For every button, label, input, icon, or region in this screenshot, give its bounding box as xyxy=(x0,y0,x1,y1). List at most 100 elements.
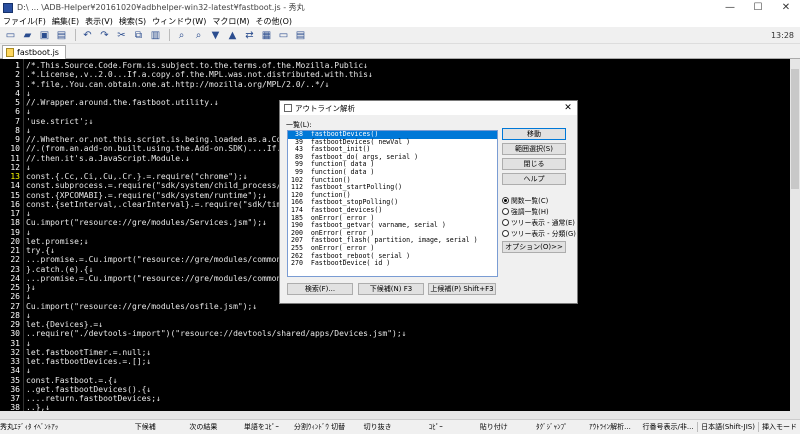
code-line: 30 ..require("./devtools-import")("resour… xyxy=(0,329,790,338)
line-text: }↓ xyxy=(26,283,36,292)
menu-view[interactable]: 表示(V) xyxy=(82,16,116,27)
status-mode[interactable]: 挿入モード xyxy=(758,422,800,432)
line-number: 11 xyxy=(10,153,20,163)
radio-label: ツリー表示 - 分類(G) xyxy=(511,230,576,238)
horizontal-scrollbar[interactable] xyxy=(0,411,800,419)
help-button[interactable]: ヘルプ xyxy=(502,173,566,185)
function-key-8[interactable]: ｺﾋﾟｰ xyxy=(407,422,465,432)
open-folder-icon[interactable]: ▰ xyxy=(20,28,35,42)
function-key-11[interactable]: ｱｳﾄﾗｲﾝ解析... xyxy=(581,422,639,432)
line-text: const.subprocess.=.require("sdk/system/c… xyxy=(26,181,296,191)
paste-icon[interactable]: ▥ xyxy=(148,28,163,42)
code-line: 1 /*.This.Source.Code.Form.is.subject.to.… xyxy=(0,61,790,70)
line-text: ↓ xyxy=(26,162,31,172)
outline-dialog: アウトライン解析 ✕ 一覧(L): 38 fastbootDevices() 3… xyxy=(279,100,578,304)
function-key-5[interactable]: 単語をｺﾋﾟｰ xyxy=(232,422,290,432)
redo-icon[interactable]: ↷ xyxy=(97,28,112,42)
move-button[interactable]: 移動 xyxy=(502,128,566,140)
outline-list[interactable]: 38 fastbootDevices() 39 fastbootDevices(… xyxy=(287,130,498,277)
function-key-7[interactable]: 切り抜き xyxy=(349,422,407,432)
line-text: const.{XPCOMABI}.=.require("sdk/system/r… xyxy=(26,190,267,200)
function-key-6[interactable]: 分割ｳｨﾝﾄﾞｳ 切替 xyxy=(290,422,348,432)
new-file-icon[interactable]: ▭ xyxy=(3,28,18,42)
outline-list-item[interactable]: 270 FastbootDevice( id ) xyxy=(288,259,497,268)
line-number: 23 xyxy=(10,264,20,274)
radio-highlight-list[interactable]: 強調一覧(H) xyxy=(502,206,549,216)
function-key-10[interactable]: ﾀｸﾞｼﾞｬﾝﾌﾟ xyxy=(523,422,581,432)
copy-icon[interactable]: ⧉ xyxy=(131,28,146,42)
radio-label: 関数一覧(C) xyxy=(511,197,549,205)
tab-fastboot-js[interactable]: fastboot.js xyxy=(2,45,66,59)
status-encoding[interactable]: 日本語(Shift-JIS) xyxy=(697,422,758,432)
line-number: 8 xyxy=(15,125,20,135)
window-title: D:\ ... \ADB-Helper¥20161020¥adbhelper-w… xyxy=(17,3,305,12)
radio-label: 強調一覧(H) xyxy=(511,208,549,216)
save-icon[interactable]: ▣ xyxy=(37,28,52,42)
line-number: 35 xyxy=(10,375,20,385)
line-text: let.promise;↓ xyxy=(26,236,89,246)
radio-tree-category[interactable]: ツリー表示 - 分類(G) xyxy=(502,228,576,238)
function-key-4[interactable]: 次の結果 xyxy=(174,422,232,432)
tab-label: fastboot.js xyxy=(17,48,59,57)
dialog-close-button[interactable]: ✕ xyxy=(559,103,577,113)
line-text: const.Fastboot.=.{↓ xyxy=(26,375,118,385)
dialog-icon xyxy=(284,104,292,112)
line-text: //.Whether.or.not.this.script.is.being.l… xyxy=(26,135,296,144)
cut-icon[interactable]: ✂ xyxy=(114,28,129,42)
menu-file[interactable]: ファイル(F) xyxy=(0,16,49,27)
menu-window[interactable]: ウィンドウ(W) xyxy=(149,16,209,27)
search-button[interactable]: 検索(F)... xyxy=(287,283,353,295)
line-text: /*.This.Source.Code.Form.is.subject.to.t… xyxy=(26,61,368,70)
code-line: 38 ..},↓ xyxy=(0,403,790,411)
line-text: .*.file,.You.can.obtain.one.at.http://mo… xyxy=(26,79,330,89)
radio-indicator xyxy=(502,218,509,226)
radio-tree-normal[interactable]: ツリー表示 - 通常(E) xyxy=(502,217,575,227)
line-text: ↓ xyxy=(26,88,31,98)
radio-function-list[interactable]: 関数一覧(C) xyxy=(502,195,548,205)
scroll-thumb[interactable] xyxy=(791,69,799,189)
menu-search[interactable]: 検索(S) xyxy=(116,16,149,27)
undo-icon[interactable]: ↶ xyxy=(80,28,95,42)
line-number: 7 xyxy=(15,116,20,126)
line-text: ↓ xyxy=(26,310,31,320)
replace-icon[interactable]: ⇄ xyxy=(242,28,257,42)
function-key-12[interactable]: 行番号表示/非... xyxy=(639,422,697,432)
close-dialog-button[interactable]: 閉じる xyxy=(502,158,566,170)
menu-macro[interactable]: マクロ(M) xyxy=(209,16,252,27)
menu-other[interactable]: その他(O) xyxy=(253,16,296,27)
line-text: //.Wrapper.around.the.fastboot.utility.↓ xyxy=(26,98,219,107)
window-icon[interactable]: ▭ xyxy=(276,28,291,42)
prev-candidate-button[interactable]: 上候補(P) Shift+F3 xyxy=(428,283,496,295)
minimize-button[interactable]: — xyxy=(716,0,744,15)
line-number: 31 xyxy=(10,338,20,348)
find-icon[interactable]: ⌕ xyxy=(174,28,189,42)
range-select-button[interactable]: 範囲選択(S) xyxy=(502,143,566,155)
menu-edit[interactable]: 編集(E) xyxy=(49,16,82,27)
jump-down-icon[interactable]: ▼ xyxy=(208,28,223,42)
grep-icon[interactable]: ▦ xyxy=(259,28,274,42)
line-number: 34 xyxy=(10,366,20,376)
find-next-icon[interactable]: ⌕ xyxy=(191,28,206,42)
function-key-3[interactable]: 下候補 xyxy=(116,422,174,432)
maximize-button[interactable]: ☐ xyxy=(744,0,772,15)
split-icon[interactable]: ▤ xyxy=(293,28,308,42)
line-text: ...promise.=.Cu.import("resource://gre/m… xyxy=(26,273,301,283)
jump-up-icon[interactable]: ▲ xyxy=(225,28,240,42)
line-text: Cu.import("resource://gre/modules/Servic… xyxy=(26,218,267,228)
options-button[interactable]: オプション(O)>> xyxy=(502,241,566,253)
line-number: 27 xyxy=(10,301,20,311)
save-as-icon[interactable]: ▤ xyxy=(54,28,69,42)
line-number: 12 xyxy=(10,162,20,172)
dialog-title: アウトライン解析 xyxy=(295,103,355,113)
code-line: 35 const.Fastboot.=.{↓ xyxy=(0,376,790,385)
line-text: ..require("./devtools-import")("resource… xyxy=(26,329,407,339)
line-text: let.fastbootDevices.=.[];↓ xyxy=(26,357,152,366)
vertical-scrollbar[interactable] xyxy=(790,59,800,411)
tab-bar: fastboot.js xyxy=(0,44,800,59)
function-key-1[interactable]: 秀丸ｴﾃﾞｨﾀ ｲﾍﾞﾝﾄｱｯﾌﾟ xyxy=(0,422,58,432)
line-text: .*.License,.v..2.0...If.a.copy.of.the.MP… xyxy=(26,70,373,80)
code-line: 31 ↓ xyxy=(0,339,790,348)
function-key-9[interactable]: 貼り付け xyxy=(465,422,523,432)
close-button[interactable]: ✕ xyxy=(772,0,800,15)
next-candidate-button[interactable]: 下候補(N) F3 xyxy=(358,283,424,295)
